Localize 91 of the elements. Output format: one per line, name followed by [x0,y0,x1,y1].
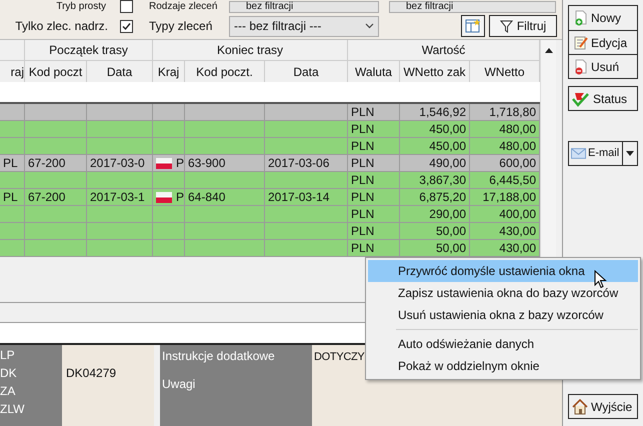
table-row[interactable]: PLN 1,546,92 1,718,80 [0,104,540,121]
envelope-icon [571,148,586,159]
triangle-up-icon [544,48,552,53]
funnel-icon [500,20,513,32]
filter-label: Rodzaje zleceń [149,2,218,12]
table-cell: PLN [351,206,374,222]
flag-icon [156,158,172,168]
menu-item[interactable]: Usuń ustawienia okna z bazy wzorców [368,304,638,326]
field-value: DK04279 [66,366,116,380]
table-cell: 400,00 [499,206,536,222]
table-cell: 2017-03-1 [90,189,145,205]
table-cell: PLN [351,240,374,256]
table-cell: 6,445,50 [489,172,536,188]
table-cell: PLN [351,155,374,171]
table-cell: 64-840 [188,189,226,205]
field-label: ZLW [0,401,26,418]
table-cell: 290,00 [429,206,466,222]
table-cell: 480,00 [499,121,536,137]
column-group-header: Wartość [422,42,466,59]
table-row[interactable]: PLN 450,00 480,00 [0,121,540,138]
table-cell: 3,867,30 [419,172,466,188]
table-row[interactable]: PLN 50,00 430,00 [0,240,540,257]
table-row[interactable]: PLN 290,00 400,00 [0,206,540,223]
edit-icon [573,34,589,50]
table-cell: PLN [351,104,374,120]
table-cell: 450,00 [429,138,466,154]
filter-label: Typy zleceń [149,18,214,35]
table-cell: 2017-03-0 [90,155,145,171]
menu-item[interactable]: Auto odświeżanie danych [368,333,638,355]
table-cell: 67-200 [28,189,66,205]
notes-label: Uwagi [162,376,196,393]
column-group-header: Początek trasy [49,42,128,59]
house-icon [572,398,588,414]
column-group-header: Koniec trasy [216,42,284,59]
table-cell: PLN [351,223,374,239]
table-cell: PLN [351,138,374,154]
dropdown[interactable]: bez filtracji [389,0,556,12]
flag-check-icon [572,90,590,106]
checkbox[interactable] [120,20,133,32]
flag-icon [156,192,172,202]
table-row[interactable]: PL 67-200 2017-03-1 P 64-840 2017-03-14 PLN 6,875,20 17,188,00 [0,189,540,206]
triangle-down-icon [626,151,634,156]
field-label: LP [0,347,16,364]
table-cell: PL [3,189,18,205]
menu-item[interactable]: Pokaż w oddzielnym oknie [368,355,638,377]
filter-label: Tryb prosty [55,2,106,12]
table-cell: 1,718,80 [489,104,536,120]
field-label: ZA [0,383,16,400]
table-cell: 600,00 [499,155,536,171]
chevron-down-icon [365,23,374,29]
table-cell: 2017-03-06 [268,155,330,171]
table-cell: PLN [351,189,374,205]
table-cell: 450,00 [429,121,466,137]
delete-document-icon [573,58,589,74]
status-button[interactable]: Status [568,86,638,111]
table-cell: 430,00 [499,223,536,239]
table-cell: 1,546,92 [419,104,466,120]
field-label: DOTYCZY [314,351,364,363]
table-cell: 2017-03-14 [268,189,330,205]
table-cell: 67-200 [28,155,66,171]
table-cell: 6,875,20 [419,189,466,205]
menu-item[interactable]: Przywróć domyśle ustawienia okna [368,260,638,282]
dropdown[interactable]: --- bez filtracji --- [229,16,379,36]
table-cell: PLN [351,172,374,188]
table-row[interactable]: PLN 3,867,30 6,445,50 [0,172,540,189]
table-row[interactable]: PL 67-200 2017-03-0 P 63-900 2017-03-06 PLN 490,00 600,00 [0,155,540,172]
filter-label: Tylko zlec. nadrz. [14,18,108,35]
table-cell: 430,00 [499,240,536,256]
table-cell: PLN [351,121,374,137]
menu-item[interactable]: Zapisz ustawienia okna do bazy wzorców [368,282,638,304]
column-settings-button[interactable] [461,15,485,37]
dropdown[interactable]: bez filtracji [229,0,379,12]
table-cell: P [176,189,184,205]
notes-label: Instrukcje dodatkowe [162,348,276,365]
table-cell: 63-900 [188,155,226,171]
mouse-cursor-icon [594,270,607,289]
exit-button[interactable]: Wyjście [568,394,638,419]
table-row[interactable]: PLN 450,00 480,00 [0,138,540,155]
table-cell: 490,00 [429,155,466,171]
table-row[interactable]: PLN 50,00 430,00 [0,223,540,240]
field-label: DK [0,365,18,382]
table-cell: P [176,155,184,171]
filter-button[interactable]: Filtruj [489,15,557,37]
new-document-icon [573,10,589,26]
table-cell: 480,00 [499,138,536,154]
table-cell: PL [3,155,18,171]
checkbox[interactable] [120,0,133,13]
check-icon [122,22,131,30]
table-cell: 50,00 [436,223,466,239]
table-cell: 50,00 [436,240,466,256]
table-cell: 17,188,00 [482,189,536,205]
